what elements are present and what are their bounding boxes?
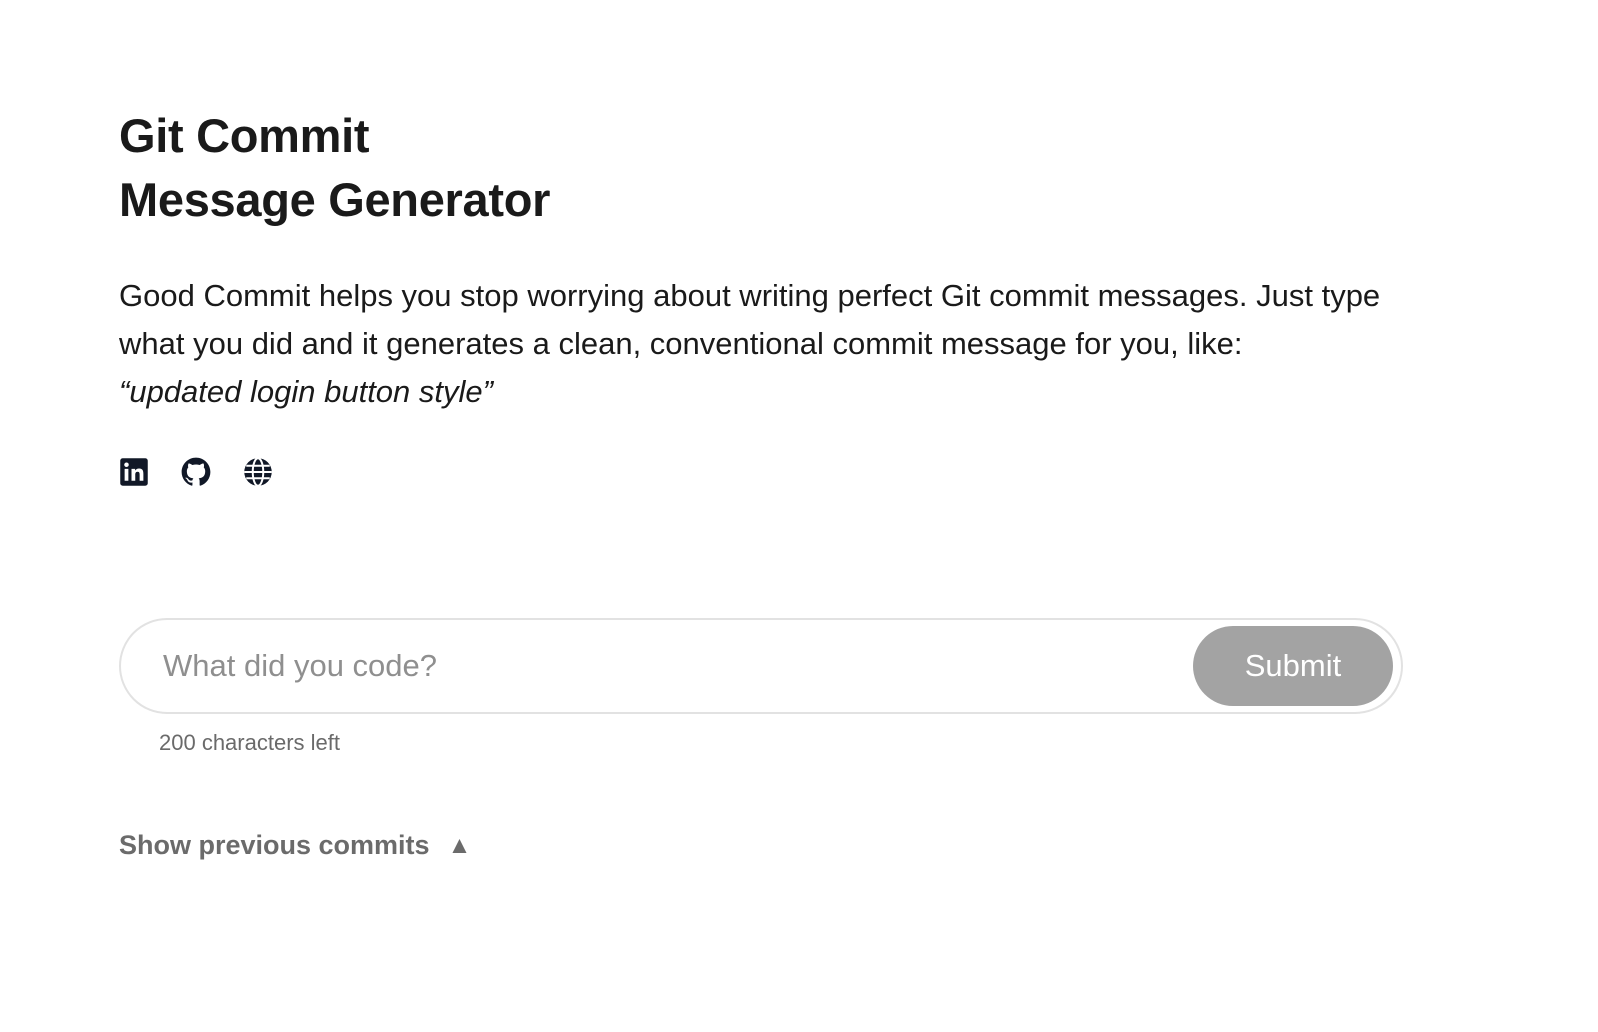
page-title-line-1: Git Commit (119, 109, 370, 162)
description-example: “updated login button style” (119, 374, 493, 409)
page-title-line-2: Message Generator (119, 173, 551, 226)
commit-input[interactable] (161, 635, 1193, 697)
linkedin-link[interactable] (119, 457, 149, 487)
show-previous-commits-toggle[interactable]: Show previous commits ▲ (119, 830, 471, 861)
linkedin-icon (120, 458, 148, 486)
commit-form: Submit (119, 618, 1403, 714)
website-link[interactable] (243, 457, 273, 487)
page-description: Good Commit helps you stop worrying abou… (119, 272, 1419, 416)
submit-button[interactable]: Submit (1193, 626, 1393, 706)
character-counter: 200 characters left (159, 730, 340, 755)
github-link[interactable] (181, 457, 211, 487)
social-links (119, 456, 1409, 488)
globe-icon (244, 457, 272, 487)
hero-section: Git Commit Message Generator Good Commit… (119, 104, 1409, 488)
github-icon (181, 457, 211, 486)
show-previous-commits-label: Show previous commits (119, 830, 430, 860)
triangle-up-icon: ▲ (447, 831, 472, 859)
description-text: Good Commit helps you stop worrying abou… (119, 278, 1381, 361)
page-title: Git Commit Message Generator (119, 104, 1409, 232)
